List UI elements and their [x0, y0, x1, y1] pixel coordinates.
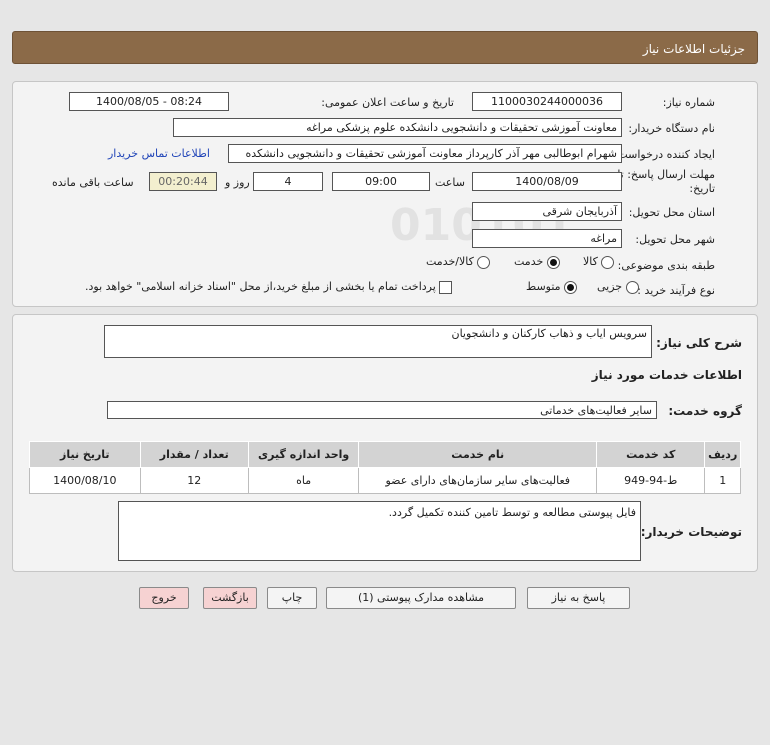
cell-quantity: 12	[139, 467, 249, 494]
requester-label: ایجاد کننده درخواست:	[613, 148, 715, 161]
treasury-payment-option[interactable]: پرداخت تمام یا بخشی از مبلغ خرید،از محل …	[85, 280, 453, 294]
cell-row-number: 1	[704, 467, 741, 494]
exit-button[interactable]: خروج	[139, 587, 189, 609]
table-header-row: ردیف کد خدمت نام خدمت واحد اندازه گیری ت…	[29, 441, 741, 468]
back-button[interactable]: بازگشت	[203, 587, 257, 609]
cell-service-code: ط-94-949	[596, 467, 706, 494]
radio-goods[interactable]	[601, 255, 615, 269]
radio-goods-service[interactable]	[477, 255, 491, 269]
buyer-org-label: نام دستگاه خریدار:	[628, 122, 715, 135]
need-number-label: شماره نیاز:	[662, 96, 715, 109]
page-title: جزئیات اطلاعات نیاز	[642, 42, 745, 56]
days-label: روز و	[225, 176, 250, 189]
remaining-time-field: 00:20:44	[149, 172, 217, 191]
category-option-label: خدمت	[514, 255, 544, 268]
info-panel	[12, 81, 758, 307]
col-unit: واحد اندازه گیری	[247, 441, 360, 468]
radio-minor[interactable]	[625, 280, 639, 294]
services-section-title: اطلاعات خدمات مورد نیاز	[591, 368, 742, 382]
buyer-notes-label: توضیحات خریدار:	[640, 525, 742, 539]
city-field: مراغه	[472, 229, 622, 248]
cell-unit: ماه	[247, 467, 360, 494]
city-label: شهر محل تحویل:	[635, 233, 715, 246]
deadline-time-label: ساعت	[435, 176, 465, 189]
process-label: نوع فرآیند خرید :	[637, 284, 715, 297]
category-label: طبقه بندی موضوعی:	[617, 259, 715, 272]
radio-medium-selected[interactable]	[564, 280, 578, 294]
deadline-label: مهلت ارسال پاسخ: تا	[617, 168, 715, 181]
category-option-goods[interactable]: کالا	[583, 255, 615, 269]
province-field: آذربایجان شرقی	[472, 202, 622, 221]
col-service-name: نام خدمت	[358, 441, 598, 468]
cell-need-date: 1400/08/10	[29, 467, 141, 494]
page-header: جزئیات اطلاعات نیاز	[12, 31, 758, 64]
treasury-checkbox[interactable]	[439, 280, 453, 294]
summary-field: سرویس ایاب و ذهاب کارکنان و دانشجویان	[104, 325, 652, 358]
service-group-field: سایر فعالیت‌های خدماتی	[107, 401, 657, 419]
category-option-service[interactable]: خدمت	[514, 255, 560, 269]
category-option-goods-service[interactable]: کالا/خدمت	[426, 255, 491, 269]
summary-label: شرح کلی نیاز:	[656, 336, 742, 350]
deadline-time-field: 09:00	[332, 172, 430, 191]
requester-field: شهرام ابوطالبی مهر آذر کارپرداز معاونت آ…	[228, 144, 622, 163]
services-table: ردیف کد خدمت نام خدمت واحد اندازه گیری ت…	[29, 441, 741, 494]
deadline-date-field: 1400/08/09	[472, 172, 622, 191]
col-quantity: تعداد / مقدار	[139, 441, 249, 468]
buyer-contact-link[interactable]: اطلاعات تماس خریدار	[108, 147, 210, 160]
announce-field: 1400/08/05 - 08:24	[69, 92, 229, 111]
col-row-number: ردیف	[704, 441, 741, 468]
radio-service-selected[interactable]	[546, 255, 560, 269]
view-documents-button[interactable]: مشاهده مدارک پیوستی (1)	[326, 587, 516, 609]
province-label: استان محل تحویل:	[628, 206, 715, 219]
process-option-label: متوسط	[526, 280, 561, 293]
remaining-label: ساعت باقی مانده	[52, 176, 134, 189]
process-option-label: جزیی	[597, 280, 623, 293]
col-need-date: تاریخ نیاز	[29, 441, 141, 468]
cell-service-name: فعالیت‌های سایر سازمان‌های دارای عضو	[358, 467, 598, 494]
reply-button[interactable]: پاسخ به نیاز	[527, 587, 630, 609]
process-option-minor[interactable]: جزیی	[597, 280, 639, 294]
announce-label: تاریخ و ساعت اعلان عمومی:	[321, 96, 454, 109]
print-button[interactable]: چاپ	[267, 587, 317, 609]
col-service-code: کد خدمت	[596, 441, 706, 468]
table-row: 1 ط-94-949 فعالیت‌های سایر سازمان‌های دا…	[29, 467, 741, 494]
need-number-field: 1100030244000036	[472, 92, 622, 111]
category-option-label: کالا/خدمت	[426, 255, 474, 268]
buyer-org-field: معاونت آموزشی تحقیقات و دانشجویی دانشکده…	[173, 118, 622, 137]
category-option-label: کالا	[583, 255, 598, 268]
deadline-date-label: تاریخ:	[689, 182, 715, 195]
service-group-label: گروه خدمت:	[668, 404, 742, 418]
treasury-payment-text: پرداخت تمام یا بخشی از مبلغ خرید،از محل …	[85, 280, 436, 293]
process-option-medium[interactable]: متوسط	[526, 280, 578, 294]
days-remaining-field: 4	[253, 172, 323, 191]
buyer-notes-field: فایل پیوستی مطالعه و توسط تامین کننده تک…	[118, 501, 641, 561]
